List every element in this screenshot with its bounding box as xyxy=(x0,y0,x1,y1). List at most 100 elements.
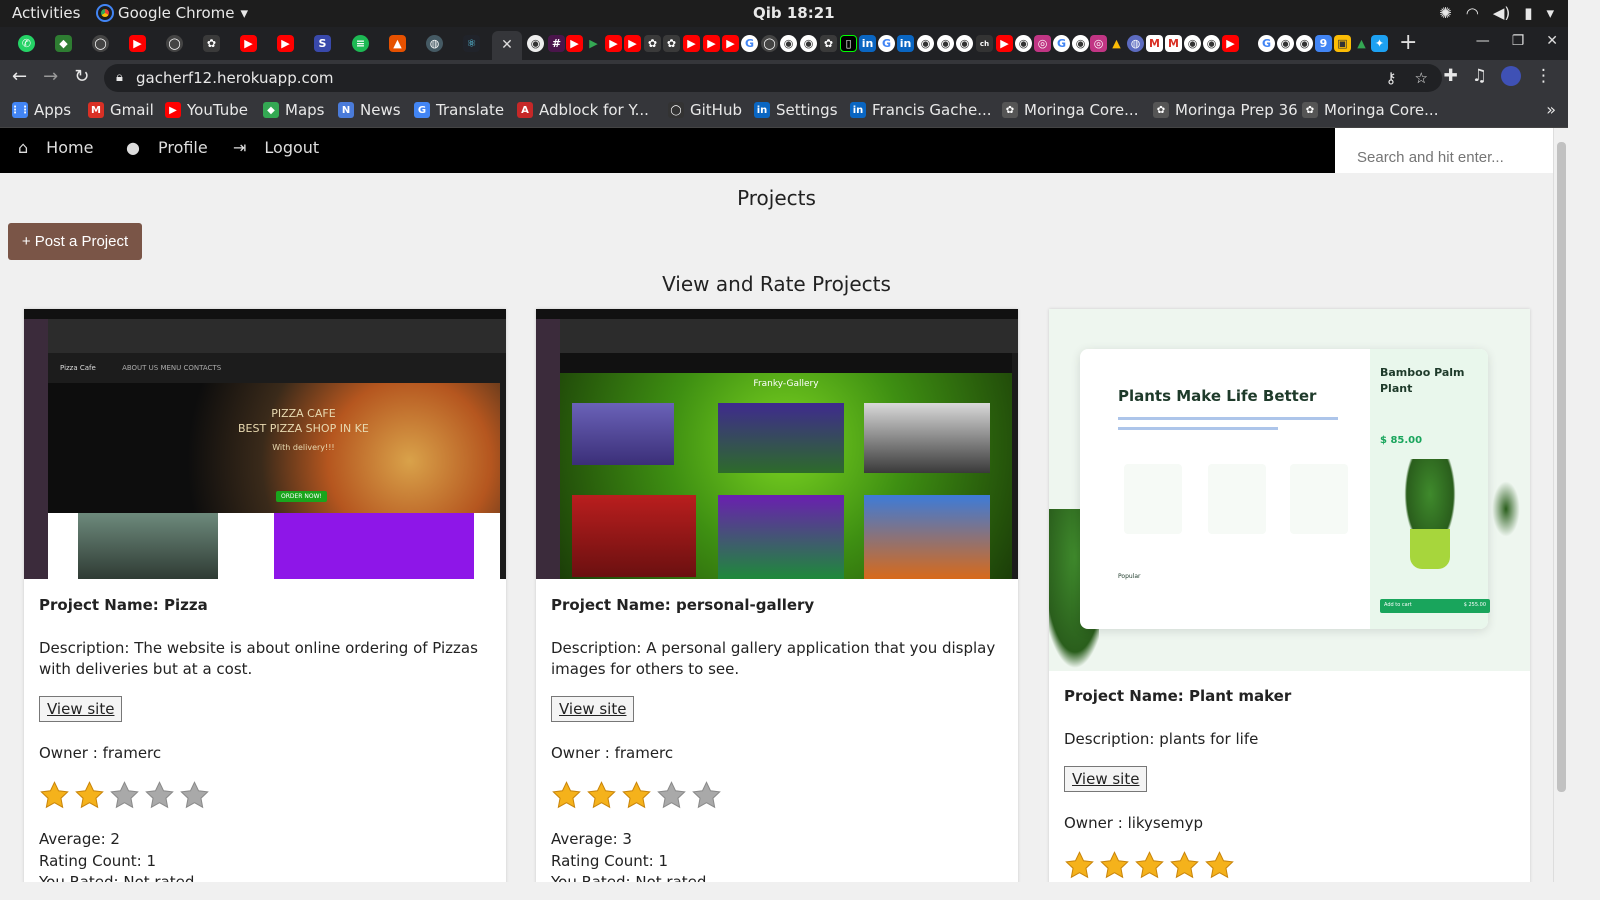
github-tab-icon[interactable]: ◯ xyxy=(166,35,183,52)
project-screenshot[interactable]: Pizza Cafe ABOUT US MENU CONTACTS PIZZA … xyxy=(24,309,506,579)
star-filled-icon[interactable] xyxy=(551,780,582,815)
star-filled-icon[interactable] xyxy=(1169,850,1200,882)
minimize-icon[interactable]: — xyxy=(1476,33,1490,49)
activities-button[interactable]: Activities xyxy=(12,4,80,22)
reload-icon[interactable]: ↻ xyxy=(74,66,89,87)
tab-icon[interactable]: ◉ xyxy=(1277,35,1294,52)
linkedin-tab-icon[interactable]: in xyxy=(859,35,876,52)
active-tab[interactable]: ✕ xyxy=(492,31,522,60)
media-icon[interactable]: ♫ xyxy=(1472,66,1487,86)
project-screenshot[interactable]: Plants Make Life Better Popular Bamboo P… xyxy=(1049,309,1530,671)
bookmark-item[interactable]: ◆ Maps xyxy=(263,101,324,119)
twitter-tab-icon[interactable]: ✦ xyxy=(1371,35,1388,52)
tab-icon[interactable]: ◉ xyxy=(937,35,954,52)
search-input[interactable] xyxy=(1335,128,1553,173)
gmail-tab-icon[interactable]: M xyxy=(1165,35,1182,52)
youtube-tab-icon[interactable]: ▶ xyxy=(566,35,583,52)
moringa-tab-icon[interactable]: ✿ xyxy=(663,35,680,52)
react-tab-icon[interactable]: ⚛ xyxy=(463,35,480,52)
moringa-tab-icon[interactable]: ✿ xyxy=(203,35,220,52)
star-filled-icon[interactable] xyxy=(1099,850,1130,882)
tab-icon[interactable]: ▯ xyxy=(840,35,857,52)
spotify-tab-icon[interactable]: ≡ xyxy=(352,35,369,52)
star-empty-icon[interactable] xyxy=(656,780,687,815)
github-tab-icon[interactable]: ◯ xyxy=(92,35,109,52)
close-window-icon[interactable]: ✕ xyxy=(1546,33,1558,49)
bookmark-item[interactable]: ◯ GitHub xyxy=(668,101,742,119)
tab-icon[interactable]: ◉ xyxy=(956,35,973,52)
app-menu[interactable]: Google Chrome ▾ xyxy=(96,4,248,22)
back-icon[interactable]: ← xyxy=(12,66,27,87)
forward-icon[interactable]: → xyxy=(43,66,58,87)
youtube-tab-icon[interactable]: ▶ xyxy=(129,35,146,52)
tab-icon[interactable]: ▲ xyxy=(389,35,406,52)
whatsapp-tab-icon[interactable]: ✆ xyxy=(18,35,35,52)
tab-icon[interactable]: ◉ xyxy=(800,35,817,52)
star-empty-icon[interactable] xyxy=(691,780,722,815)
view-site-button[interactable]: View site xyxy=(1064,766,1148,792)
drive-tab-icon[interactable]: ▲ xyxy=(1353,35,1370,52)
moringa-tab-icon[interactable]: ✿ xyxy=(644,35,661,52)
lock-icon[interactable]: 🔒︎ xyxy=(116,64,123,92)
star-rating[interactable] xyxy=(1064,850,1515,882)
page-scrollbar[interactable] xyxy=(1553,128,1568,882)
star-filled-icon[interactable] xyxy=(1204,850,1235,882)
clock[interactable]: Qib 18:21 xyxy=(753,4,835,22)
calendar-tab-icon[interactable]: 9 xyxy=(1315,35,1332,52)
menu-icon[interactable]: ⋮ xyxy=(1535,66,1552,86)
slack-tab-icon[interactable]: # xyxy=(548,35,565,52)
new-tab-button[interactable]: + xyxy=(1399,30,1417,55)
tab-icon[interactable]: ◉ xyxy=(1296,35,1313,52)
tab-icon[interactable]: ◉ xyxy=(917,35,934,52)
tab-icon[interactable]: ◉ xyxy=(1184,35,1201,52)
tab-icon[interactable]: S xyxy=(314,35,331,52)
tab-icon[interactable]: ▣ xyxy=(1334,35,1351,52)
youtube-tab-icon[interactable]: ▶ xyxy=(703,35,720,52)
bookmark-item[interactable]: ✿ Moringa Core... xyxy=(1002,101,1138,119)
star-filled-icon[interactable] xyxy=(39,780,70,815)
tab-icon[interactable]: ▶ xyxy=(585,35,602,52)
youtube-tab-icon[interactable]: ▶ xyxy=(722,35,739,52)
google-tab-icon[interactable]: G xyxy=(878,35,895,52)
gmail-tab-icon[interactable]: M xyxy=(1146,35,1163,52)
bookmark-item[interactable]: A Adblock for Y... xyxy=(517,101,649,119)
github-tab-icon[interactable]: ◯ xyxy=(761,35,778,52)
scrollbar-thumb[interactable] xyxy=(1557,142,1566,792)
star-empty-icon[interactable] xyxy=(179,780,210,815)
google-tab-icon[interactable]: G xyxy=(741,35,758,52)
youtube-tab-icon[interactable]: ▶ xyxy=(996,35,1013,52)
linkedin-tab-icon[interactable]: in xyxy=(897,35,914,52)
star-filled-icon[interactable] xyxy=(621,780,652,815)
system-tray[interactable]: ✺ ◠ ◀) ▮ ▾ xyxy=(1439,4,1554,22)
instagram-tab-icon[interactable]: ◎ xyxy=(1034,35,1051,52)
tab-icon[interactable]: ◉ xyxy=(1072,35,1089,52)
tab-icon[interactable]: ◉ xyxy=(1203,35,1220,52)
view-site-button[interactable]: View site xyxy=(39,696,123,722)
star-empty-icon[interactable] xyxy=(109,780,140,815)
key-icon[interactable]: ⚷ xyxy=(1386,64,1397,92)
youtube-tab-icon[interactable]: ▶ xyxy=(240,35,257,52)
tab-icon[interactable]: ◉ xyxy=(780,35,797,52)
youtube-tab-icon[interactable]: ▶ xyxy=(683,35,700,52)
more-bookmarks-icon[interactable]: » xyxy=(1546,100,1556,119)
nav-profile[interactable]: ● Profile xyxy=(126,138,208,157)
tab-icon[interactable]: ◍ xyxy=(426,35,443,52)
star-rating[interactable] xyxy=(551,780,1003,815)
nav-logout[interactable]: ⇥ Logout xyxy=(233,138,319,157)
bookmark-item[interactable]: N News xyxy=(338,101,401,119)
restore-icon[interactable]: ❐ xyxy=(1512,33,1525,49)
bookmark-item[interactable]: in Francis Gache... xyxy=(850,101,992,119)
bookmark-item[interactable]: ▶ YouTube xyxy=(165,101,248,119)
star-icon[interactable]: ☆ xyxy=(1415,64,1428,92)
star-filled-icon[interactable] xyxy=(74,780,105,815)
star-rating[interactable] xyxy=(39,780,491,815)
drive-tab-icon[interactable]: ▲ xyxy=(1108,35,1125,52)
moringa-tab-icon[interactable]: ✿ xyxy=(820,35,837,52)
star-filled-icon[interactable] xyxy=(1064,850,1095,882)
tab-icon[interactable]: ◆ xyxy=(55,35,72,52)
extensions-icon[interactable]: ✚ xyxy=(1444,66,1458,86)
view-site-button[interactable]: View site xyxy=(551,696,635,722)
bookmark-item[interactable]: M Gmail xyxy=(88,101,154,119)
profile-avatar[interactable] xyxy=(1501,66,1521,86)
instagram-tab-icon[interactable]: ◎ xyxy=(1090,35,1107,52)
